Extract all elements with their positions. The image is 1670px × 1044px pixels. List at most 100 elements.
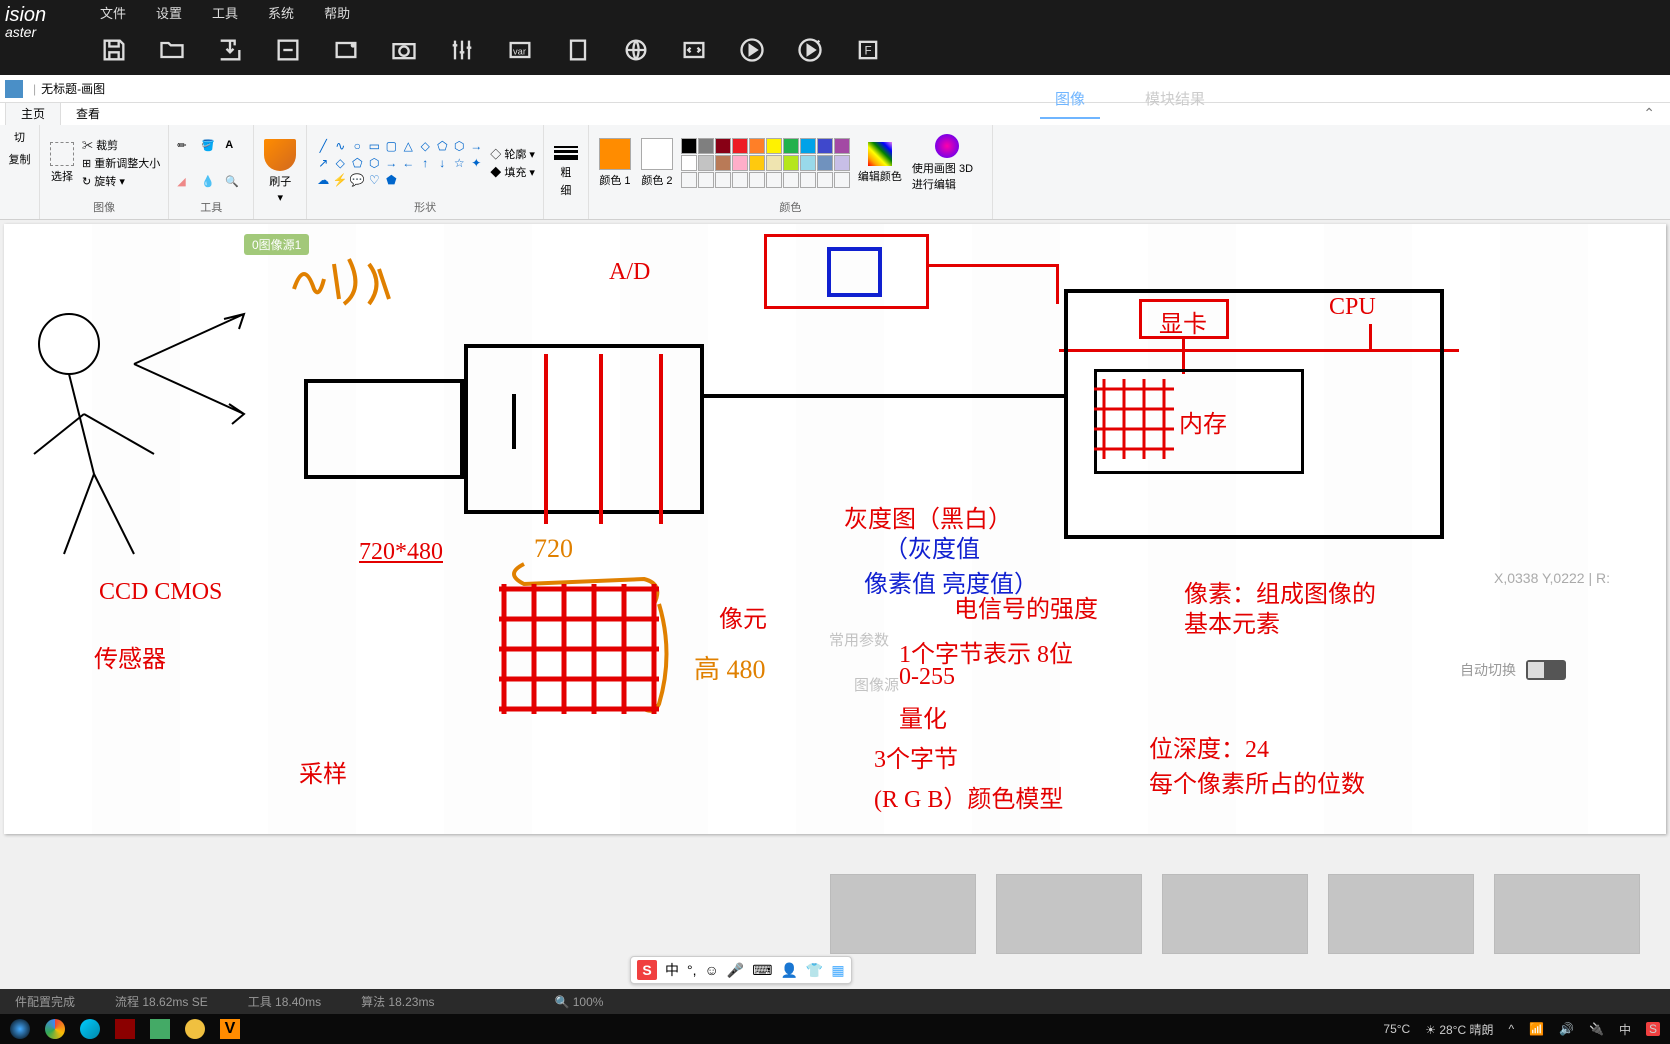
document-title: 无标题 <box>41 80 77 97</box>
color-palette[interactable] <box>681 138 850 188</box>
ime-bar[interactable]: S 中 °, ☺ 🎤 ⌨ 👤 👕 ▦ <box>630 956 852 984</box>
paint-taskbar-icon[interactable] <box>185 1019 205 1039</box>
ime-skin-icon[interactable]: 👕 <box>806 962 823 979</box>
drawn-red-box <box>764 234 929 309</box>
brush-button[interactable]: 刷子 ▾ <box>262 137 298 206</box>
label-per-pixel-bits: 每个像素所占的位数 <box>1149 764 1365 799</box>
drawn-box-2 <box>464 344 704 514</box>
background-tabs: 图像 模块结果 <box>1040 80 1220 119</box>
crop-button[interactable]: ✂ 裁剪 <box>82 137 160 153</box>
vm-taskbar-icon[interactable]: V <box>220 1019 240 1039</box>
play-icon[interactable] <box>738 36 766 64</box>
resize-button[interactable]: ⊞ 重新调整大小 <box>82 155 160 171</box>
menu-system[interactable]: 系统 <box>268 3 294 22</box>
var-icon[interactable]: var <box>506 36 534 64</box>
ime-emoji-icon[interactable]: ☺ <box>705 962 719 978</box>
weather-widget[interactable]: ☀ 28°C 晴朗 <box>1425 1021 1493 1038</box>
tab-module-result[interactable]: 模块结果 <box>1130 80 1220 119</box>
ribbon-image: 选择 ✂ 裁剪 ⊞ 重新调整大小 ↻ 旋转 ▾ 图像 <box>40 125 169 219</box>
edit-colors-button[interactable]: 编辑颜色 <box>856 140 904 186</box>
eraser-tool[interactable]: ◢ <box>177 175 197 188</box>
paint3d-button[interactable]: 使用画图 3D 进行编辑 <box>910 132 984 194</box>
open-icon[interactable] <box>158 36 186 64</box>
ribbon-shapes: ╱∿○▭▢△◇⬠⬡→ ↗◇⬠⬡→←↑↓☆✦ ☁⚡💬♡⬟ ◇ 轮廓 ▾ ◆ 填充 … <box>307 125 544 219</box>
rotate-button[interactable]: ↻ 旋转 ▾ <box>82 173 160 189</box>
drawn-tick <box>512 394 516 449</box>
menu-settings[interactable]: 设置 <box>156 3 182 22</box>
label-rgb-model: (R G B）颜色模型 <box>874 779 1063 814</box>
app-icon-2[interactable] <box>150 1019 170 1039</box>
code-icon[interactable] <box>680 36 708 64</box>
auto-switch-toggle[interactable] <box>1526 660 1566 680</box>
sliders-icon[interactable] <box>448 36 476 64</box>
label-ad: A/D <box>609 259 650 286</box>
globe-icon[interactable] <box>622 36 650 64</box>
pencil-tool[interactable]: ✏ <box>177 139 197 152</box>
tab-home[interactable]: 主页 <box>5 101 61 125</box>
ime-user-icon[interactable]: 👤 <box>780 962 797 979</box>
canvas-area[interactable]: 0图像源1 A/D 显卡 CPU 内存 <box>4 224 1666 834</box>
picker-tool[interactable]: 💧 <box>201 175 221 188</box>
ribbon-thickness: 粗 细 <box>544 125 589 219</box>
sampling-grid <box>494 579 664 719</box>
play-loop-icon[interactable] <box>796 36 824 64</box>
color2-button[interactable]: 颜色 2 <box>639 136 675 190</box>
cut-button[interactable]: 切 <box>14 129 25 145</box>
export-icon[interactable] <box>216 36 244 64</box>
tab-view[interactable]: 查看 <box>61 102 115 125</box>
start-icon[interactable] <box>10 1019 30 1039</box>
menu-file[interactable]: 文件 <box>100 3 126 22</box>
sogou-icon[interactable]: S <box>637 960 657 980</box>
ime-keyboard-icon[interactable]: ⌨ <box>752 962 772 979</box>
camera-icon[interactable] <box>390 36 418 64</box>
fill-tool[interactable]: 🪣 <box>201 139 221 152</box>
ime-grid-icon[interactable]: ▦ <box>831 962 844 979</box>
tray-volume-icon[interactable]: 🔊 <box>1559 1022 1574 1036</box>
svg-text:F: F <box>865 45 872 58</box>
app-icon-1[interactable] <box>115 1019 135 1039</box>
collapse-ribbon-icon[interactable]: ⌃ <box>1643 105 1655 122</box>
import-icon[interactable] <box>274 36 302 64</box>
label-pixel-def2: 基本元素 <box>1184 604 1280 639</box>
outline-button[interactable]: ◇ 轮廓 ▾ <box>490 146 535 162</box>
label-ccd-cmos: CCD CMOS <box>99 579 222 606</box>
thickness-button[interactable]: 粗 细 <box>552 142 580 200</box>
thumbnail[interactable] <box>1328 874 1474 954</box>
device-icon[interactable] <box>564 36 592 64</box>
menu-help[interactable]: 帮助 <box>324 3 350 22</box>
thumbnail[interactable] <box>830 874 976 954</box>
edge-icon[interactable] <box>80 1019 100 1039</box>
taskbar: V 75°C ☀ 28°C 晴朗 ^ 📶 🔊 🔌 中 S <box>0 1014 1670 1044</box>
select-button[interactable]: 选择 <box>48 140 76 186</box>
fill-button[interactable]: ◆ 填充 ▾ <box>490 164 535 180</box>
tab-image[interactable]: 图像 <box>1040 80 1100 119</box>
f-key-icon[interactable]: F <box>854 36 882 64</box>
menu-tools[interactable]: 工具 <box>212 3 238 22</box>
color1-button[interactable]: 颜色 1 <box>597 136 633 190</box>
text-tool[interactable]: A <box>225 139 245 151</box>
handwriting-light <box>284 249 404 319</box>
shapes-gallery[interactable]: ╱∿○▭▢△◇⬠⬡→ ↗◇⬠⬡→←↑↓☆✦ ☁⚡💬♡⬟ <box>315 138 484 188</box>
cpu-temp: 75°C <box>1383 1022 1410 1036</box>
thumbnail[interactable] <box>996 874 1142 954</box>
tray-wifi-icon[interactable]: 📶 <box>1529 1022 1544 1036</box>
ime-voice-icon[interactable]: 🎤 <box>727 962 744 979</box>
label-three-bytes: 3个字节 <box>874 739 958 774</box>
snapshot-icon[interactable] <box>332 36 360 64</box>
ime-lang[interactable]: 中 <box>665 960 679 980</box>
tray-power-icon[interactable]: 🔌 <box>1589 1022 1604 1036</box>
save-icon[interactable] <box>100 36 128 64</box>
zoom-tool[interactable]: 🔍 <box>225 175 245 188</box>
thumbnail[interactable] <box>1494 874 1640 954</box>
copy-button[interactable]: 复制 <box>9 151 31 167</box>
coords-display: X,0338 Y,0222 | R: <box>1494 570 1610 586</box>
chrome-icon[interactable] <box>45 1019 65 1039</box>
tray-chevron-icon[interactable]: ^ <box>1508 1022 1514 1036</box>
thumbnail[interactable] <box>1162 874 1308 954</box>
ime-punct-icon[interactable]: °, <box>687 962 697 978</box>
status-alg: 算法 18.23ms <box>361 993 434 1010</box>
drawn-box-1 <box>304 379 464 479</box>
tray-sogou-icon[interactable]: S <box>1646 1022 1660 1036</box>
bg-image-source: 图像源 <box>854 674 899 695</box>
tray-ime-icon[interactable]: 中 <box>1619 1021 1631 1038</box>
